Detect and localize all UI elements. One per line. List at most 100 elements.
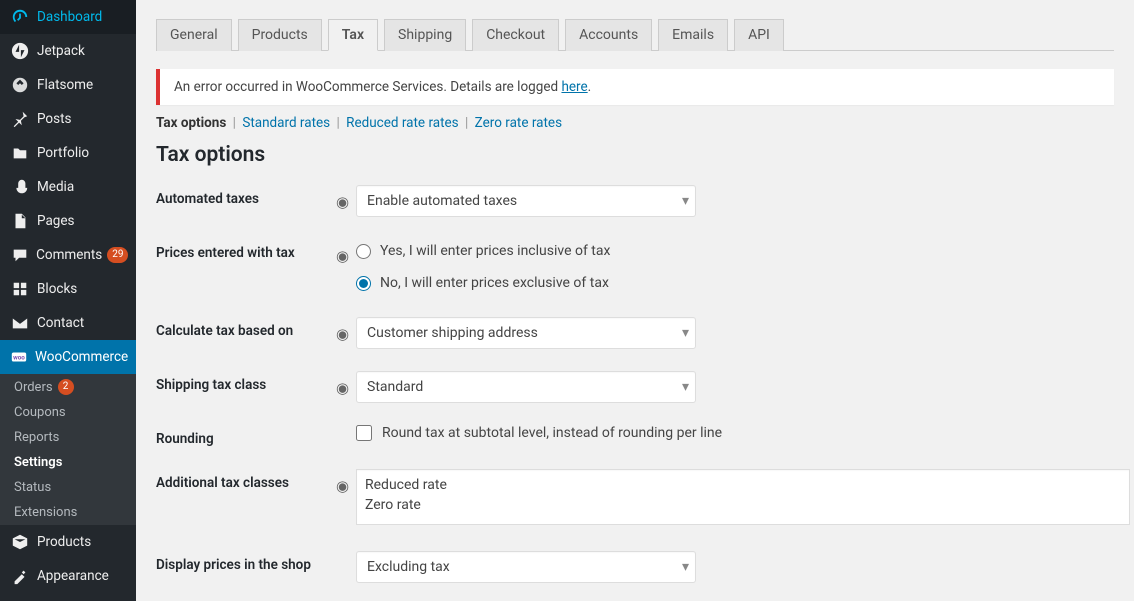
tab-tax[interactable]: Tax bbox=[328, 19, 378, 51]
help-icon[interactable]: ◉ bbox=[336, 317, 356, 343]
pages-icon bbox=[10, 211, 30, 231]
dashboard-icon bbox=[10, 7, 30, 27]
submenu-label: Extensions bbox=[14, 505, 77, 520]
radio-exclusive[interactable]: No, I will enter prices exclusive of tax bbox=[356, 271, 610, 295]
tab-emails[interactable]: Emails bbox=[658, 19, 728, 51]
separator: | bbox=[333, 115, 342, 131]
page-title: Tax options bbox=[156, 143, 1114, 167]
select-display-shop[interactable]: Excluding tax ▾ bbox=[356, 551, 696, 583]
submenu-item-reports[interactable]: Reports bbox=[0, 425, 136, 450]
sidebar-item-media[interactable]: Media bbox=[0, 170, 136, 204]
badge: 29 bbox=[107, 247, 128, 263]
submenu-item-extensions[interactable]: Extensions bbox=[0, 500, 136, 525]
select-shipping-tax-class[interactable]: Standard ▾ bbox=[356, 371, 696, 403]
sidebar-item-jetpack[interactable]: Jetpack bbox=[0, 34, 136, 68]
select-calculate-based[interactable]: Customer shipping address ▾ bbox=[356, 317, 696, 349]
sidebar-item-label: Appearance bbox=[37, 568, 109, 584]
label-automated-taxes: Automated taxes bbox=[156, 185, 336, 207]
help-icon[interactable]: ◉ bbox=[336, 469, 356, 495]
help-icon[interactable]: ◉ bbox=[336, 185, 356, 211]
sidebar-item-label: Dashboard bbox=[37, 9, 102, 25]
tab-shipping[interactable]: Shipping bbox=[384, 19, 466, 51]
select-value: Customer shipping address bbox=[367, 325, 538, 341]
subnav-current: Tax options bbox=[156, 115, 226, 131]
tax-subnav: Tax options | Standard rates | Reduced r… bbox=[156, 115, 1114, 131]
tab-checkout[interactable]: Checkout bbox=[472, 19, 559, 51]
checkbox-rounding[interactable] bbox=[356, 425, 372, 441]
row-automated-taxes: Automated taxes ◉ Enable automated taxes… bbox=[156, 185, 1114, 217]
help-icon[interactable]: ◉ bbox=[336, 371, 356, 397]
sidebar-item-flatsome[interactable]: Flatsome bbox=[0, 68, 136, 102]
separator: | bbox=[230, 115, 239, 131]
portfolio-icon bbox=[10, 143, 30, 163]
submenu-item-orders[interactable]: Orders2 bbox=[0, 374, 136, 400]
svg-text:woo: woo bbox=[13, 354, 25, 362]
error-notice: An error occurred in WooCommerce Service… bbox=[156, 69, 1114, 105]
sidebar-item-label: Contact bbox=[37, 315, 84, 331]
notice-link[interactable]: here bbox=[561, 79, 587, 95]
admin-sidebar: Dashboard Jetpack Flatsome Posts PortfolioMe… bbox=[0, 0, 136, 601]
label-shipping-tax-class: Shipping tax class bbox=[156, 371, 336, 393]
sidebar-item-yith-plugins[interactable]: YITH Plugins bbox=[0, 593, 136, 601]
sidebar-item-comments[interactable]: Comments 29 bbox=[0, 238, 136, 272]
subnav-link-reduced-rate-rates[interactable]: Reduced rate rates bbox=[346, 115, 459, 131]
badge: 2 bbox=[58, 379, 74, 395]
sidebar-item-label: WooCommerce bbox=[35, 349, 128, 365]
row-prices-entered: Prices entered with tax ◉ Yes, I will en… bbox=[156, 239, 1114, 295]
chevron-down-icon: ▾ bbox=[682, 193, 689, 209]
select-value: Standard bbox=[367, 379, 423, 395]
row-display-shop: Display prices in the shop Excluding tax… bbox=[156, 551, 1114, 583]
help-icon[interactable]: ◉ bbox=[336, 239, 356, 265]
sidebar-item-dashboard[interactable]: Dashboard bbox=[0, 0, 136, 34]
woo-icon: woo bbox=[10, 347, 28, 367]
submenu-item-status[interactable]: Status bbox=[0, 475, 136, 500]
sidebar-item-woocommerce[interactable]: woo WooCommerce bbox=[0, 340, 136, 374]
products-icon bbox=[10, 532, 30, 552]
pin-icon bbox=[10, 109, 30, 129]
chevron-down-icon: ▾ bbox=[682, 379, 689, 395]
subnav-link-zero-rate-rates[interactable]: Zero rate rates bbox=[475, 115, 562, 131]
row-calculate-based: Calculate tax based on ◉ Customer shippi… bbox=[156, 317, 1114, 349]
notice-tail: . bbox=[588, 79, 592, 95]
notice-text: An error occurred in WooCommerce Service… bbox=[174, 79, 561, 95]
row-rounding: Rounding Round tax at subtotal level, in… bbox=[156, 425, 1114, 447]
textarea-additional-classes[interactable] bbox=[356, 469, 1130, 525]
sidebar-item-label: Flatsome bbox=[37, 77, 93, 93]
mail-icon bbox=[10, 313, 30, 333]
tab-general[interactable]: General bbox=[156, 19, 232, 51]
tab-products[interactable]: Products bbox=[238, 19, 322, 51]
sidebar-item-label: Jetpack bbox=[37, 43, 85, 59]
sidebar-item-contact[interactable]: Contact bbox=[0, 306, 136, 340]
flatsome-icon bbox=[10, 75, 30, 95]
label-calculate-based: Calculate tax based on bbox=[156, 317, 336, 339]
label-additional-classes: Additional tax classes bbox=[156, 469, 336, 491]
submenu-label: Coupons bbox=[14, 405, 66, 420]
sidebar-item-products[interactable]: Products bbox=[0, 525, 136, 559]
sidebar-item-label: Comments bbox=[36, 247, 102, 263]
select-automated-taxes[interactable]: Enable automated taxes ▾ bbox=[356, 185, 696, 217]
submenu-item-coupons[interactable]: Coupons bbox=[0, 400, 136, 425]
sidebar-item-blocks[interactable]: Blocks bbox=[0, 272, 136, 306]
chevron-down-icon: ▾ bbox=[682, 325, 689, 341]
media-icon bbox=[10, 177, 30, 197]
jetpack-icon bbox=[10, 41, 30, 61]
sidebar-item-appearance[interactable]: Appearance bbox=[0, 559, 136, 593]
select-value: Excluding tax bbox=[367, 559, 450, 575]
radio-label: No, I will enter prices exclusive of tax bbox=[380, 275, 609, 291]
tab-accounts[interactable]: Accounts bbox=[565, 19, 652, 51]
tab-api[interactable]: API bbox=[734, 19, 784, 51]
sidebar-item-posts[interactable]: Posts bbox=[0, 102, 136, 136]
sidebar-item-label: Posts bbox=[37, 111, 71, 127]
radio-label: Yes, I will enter prices inclusive of ta… bbox=[380, 243, 610, 259]
subnav-link-standard-rates[interactable]: Standard rates bbox=[242, 115, 330, 131]
checkbox-label: Round tax at subtotal level, instead of … bbox=[382, 425, 722, 441]
sidebar-item-portfolio[interactable]: Portfolio bbox=[0, 136, 136, 170]
radio-inclusive[interactable]: Yes, I will enter prices inclusive of ta… bbox=[356, 239, 610, 263]
submenu-item-settings[interactable]: Settings bbox=[0, 450, 136, 475]
main-content: GeneralProductsTaxShippingCheckoutAccoun… bbox=[136, 0, 1134, 601]
submenu-label: Status bbox=[14, 480, 51, 495]
woocommerce-submenu: Orders2 Coupons ReportsSettings Status Exten… bbox=[0, 374, 136, 525]
sidebar-item-pages[interactable]: Pages bbox=[0, 204, 136, 238]
select-value: Enable automated taxes bbox=[367, 193, 517, 209]
comment-icon bbox=[10, 245, 29, 265]
